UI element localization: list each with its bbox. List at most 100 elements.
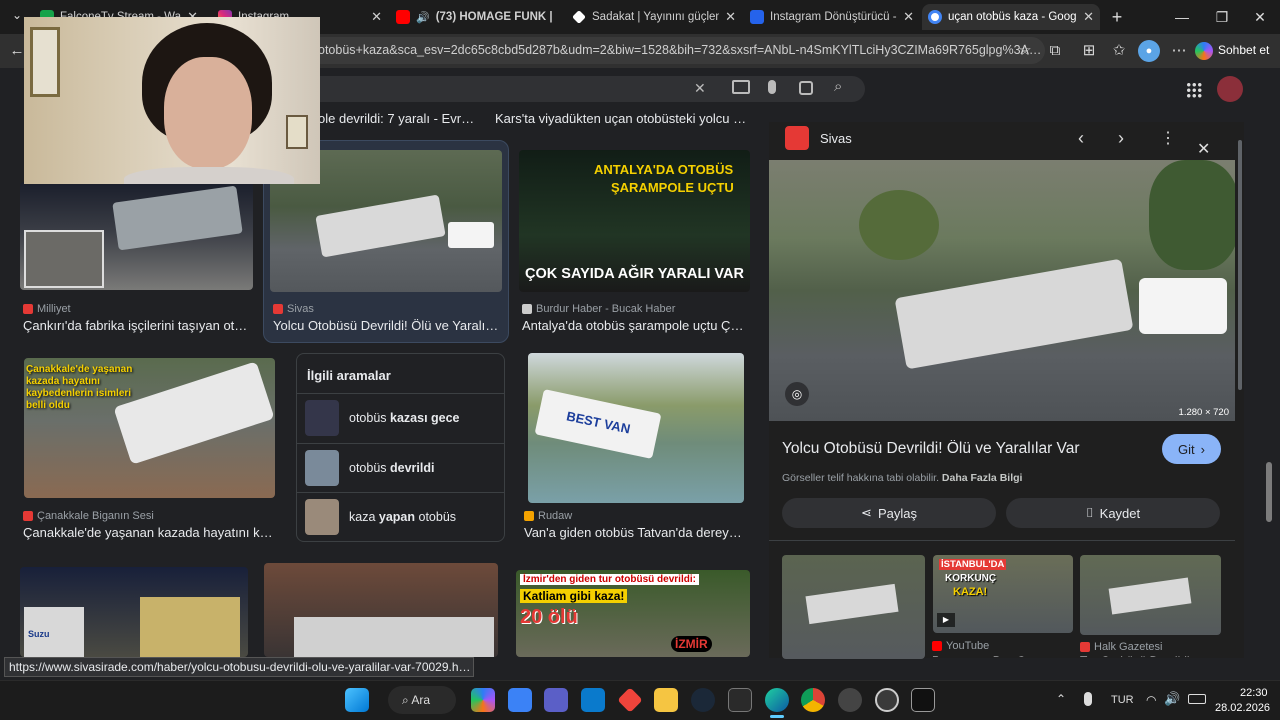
related-source: Halk Gazetesi [1080, 641, 1162, 653]
active-indicator [770, 715, 784, 718]
close-icon[interactable]: ✕ [903, 9, 914, 25]
extensions-icon[interactable]: ⧉ [1044, 40, 1066, 62]
lens-icon[interactable]: ◎ [785, 382, 809, 406]
vscode-icon[interactable] [581, 688, 605, 712]
result-thumbnail-bus-crash-night[interactable]: Suzu [20, 567, 248, 657]
visit-button[interactable]: Git › [1162, 434, 1221, 464]
windows-start-icon[interactable] [345, 688, 369, 712]
result-thumbnail-van[interactable]: BEST VAN [528, 353, 744, 503]
canakkale-favicon-icon [23, 511, 33, 521]
steam-icon[interactable] [691, 688, 715, 712]
clock-date[interactable]: 28.02.2026 [1215, 702, 1270, 714]
burdur-favicon-icon [522, 304, 532, 314]
close-window-button[interactable]: ✕ [1240, 4, 1280, 30]
related-item[interactable]: otobüs kazası gece [297, 393, 504, 442]
search-icon[interactable]: ⌕ [834, 78, 842, 95]
more-menu-icon[interactable]: ⋯ [1168, 40, 1190, 62]
result-source: Sivas [273, 303, 314, 315]
store-icon[interactable] [508, 688, 532, 712]
preview-image[interactable]: ◎ 1.280 × 720 [769, 160, 1235, 421]
capcut-icon[interactable] [911, 688, 935, 712]
epic-games-icon[interactable] [728, 688, 752, 712]
copilot-icon[interactable] [471, 688, 495, 712]
profile-icon[interactable]: ● [1138, 40, 1160, 62]
close-icon[interactable]: ✕ [1083, 9, 1094, 25]
close-icon[interactable]: ✕ [371, 9, 382, 25]
microphone-icon[interactable] [1084, 692, 1092, 706]
more-info-link[interactable]: Daha Fazla Bilgi [942, 472, 1023, 484]
new-tab-button[interactable]: + [1106, 6, 1128, 28]
volume-icon[interactable]: 🔊 [1164, 691, 1180, 707]
tab-instagram-converter[interactable]: Instagram Dönüştürücü - Insta... ✕ [744, 4, 920, 30]
result-thumbnail-cankiri[interactable] [20, 182, 253, 290]
more-options-icon[interactable]: ⋮ [1160, 128, 1176, 148]
related-item[interactable]: otobüs devrildi [297, 443, 504, 492]
clear-search-icon[interactable]: ✕ [694, 80, 706, 97]
file-explorer-icon[interactable] [654, 688, 678, 712]
top-result-title[interactable]: ole devrildi: 7 yaralı - Evre... [318, 111, 478, 126]
address-bar[interactable]: otobüs+kaza&sca_esv=2dc65c8cbd5d287b&udm… [300, 37, 1045, 64]
maximize-button[interactable]: ❐ [1202, 4, 1242, 30]
result-title[interactable]: Çanakkale'de yaşanan kazada hayatını kay… [23, 525, 275, 540]
favorites-icon[interactable]: ✩ [1108, 40, 1130, 62]
related-title[interactable]: Passenger Bus Overtur... [932, 654, 1072, 657]
tab-youtube[interactable]: 🔊 (73) HOMAGE FUNK | T... [390, 4, 562, 30]
chrome-icon[interactable] [801, 688, 825, 712]
tab-title: Instagram Dönüştürücü - Insta... [770, 11, 897, 23]
wifi-icon[interactable]: ◠ [1146, 693, 1156, 707]
search-box[interactable] [300, 76, 865, 102]
close-icon[interactable]: ✕ [725, 9, 736, 25]
app-icon[interactable] [838, 688, 862, 712]
teams-icon[interactable] [544, 688, 568, 712]
panel-title[interactable]: Yolcu Otobüsü Devrildi! Ölü ve Yaralılar… [782, 440, 1142, 458]
search-icon: ⌕ [402, 693, 412, 707]
page-scrollbar[interactable] [1266, 462, 1272, 522]
tab-sadakat[interactable]: Sadakat | Yayınını güçlendirme... ✕ [566, 4, 742, 30]
related-image[interactable]: İSTANBUL'DA KORKUNÇ KAZA! ▶ [933, 555, 1073, 633]
account-avatar[interactable] [1217, 76, 1243, 102]
language-indicator[interactable]: TUR [1111, 694, 1134, 706]
headline-text: Katliam gibi kaza! [520, 589, 628, 603]
result-title[interactable]: Antalya'da otobüs şarampole uçtu Çok ... [522, 318, 750, 333]
bus-shape [894, 258, 1134, 370]
media-player-icon[interactable] [875, 688, 899, 712]
top-result-title[interactable]: Kars'ta viyadükten uçan otobüsteki yolcu… [495, 111, 750, 126]
taskbar-search[interactable]: ⌕ Ara [388, 686, 456, 714]
chevron-up-icon[interactable]: ⌃ [1056, 692, 1066, 706]
related-item[interactable]: kaza yapan otobüs [297, 492, 504, 541]
result-title[interactable]: Van'a giden otobüs Tatvan'da dereye u... [524, 525, 746, 540]
save-button[interactable]: ⌷ Kaydet [1006, 498, 1220, 528]
result-thumbnail-bus-wall[interactable] [264, 563, 498, 657]
result-title[interactable]: Çankırı'da fabrika işçilerini taşıyan ot… [23, 318, 251, 333]
clock-time[interactable]: 22:30 [1240, 687, 1268, 699]
panel-source[interactable]: Sivas [820, 131, 852, 146]
share-button[interactable]: ⋖ Paylaş [782, 498, 996, 528]
copyright-notice: Görseller telif hakkına tabi olabilir. D… [782, 472, 1023, 484]
related-title[interactable]: Tur Otobüsü Devrildi... [1080, 654, 1220, 657]
copilot-chat-button[interactable]: Sohbet et [1195, 38, 1275, 62]
microphone-icon[interactable] [768, 80, 776, 94]
google-apps-icon[interactable] [1186, 82, 1202, 98]
next-arrow-icon[interactable]: › [1118, 128, 1124, 149]
star-icon[interactable]: ☆ [1014, 40, 1036, 62]
result-thumbnail-canakkale[interactable]: Çanakkale'de yaşanan kazada hayatını kay… [24, 358, 275, 498]
panel-scrollbar[interactable] [1238, 140, 1242, 390]
tab-google-search[interactable]: uçan otobüs kaza - Google'da... ✕ [922, 4, 1100, 30]
edge-icon[interactable] [765, 688, 789, 712]
previous-arrow-icon[interactable]: ‹ [1078, 128, 1084, 149]
keyboard-icon[interactable] [732, 80, 750, 94]
result-thumbnail-izmir[interactable]: İzmir'den giden tur otobüsü devrildi: Ka… [516, 570, 750, 657]
person-face [164, 57, 252, 169]
related-image[interactable] [782, 555, 925, 659]
result-title[interactable]: Yolcu Otobüsü Devrildi! Ölü ve Yaralılar… [273, 318, 501, 333]
play-icon: ▶ [937, 613, 955, 627]
related-heading: İlgili aramalar [307, 368, 391, 383]
minimize-button[interactable]: — [1162, 4, 1202, 30]
close-panel-icon[interactable]: ✕ [1197, 139, 1210, 159]
battery-icon[interactable] [1188, 694, 1206, 704]
related-image[interactable] [1080, 555, 1221, 635]
lens-icon[interactable] [799, 81, 813, 95]
result-thumbnail-antalya[interactable]: ANTALYA'DA OTOBÜS ŞARAMPOLE UÇTU ÇOK SAY… [519, 150, 750, 292]
speaker-icon[interactable]: 🔊 [416, 11, 430, 24]
split-screen-icon[interactable]: ⊞ [1078, 40, 1100, 62]
